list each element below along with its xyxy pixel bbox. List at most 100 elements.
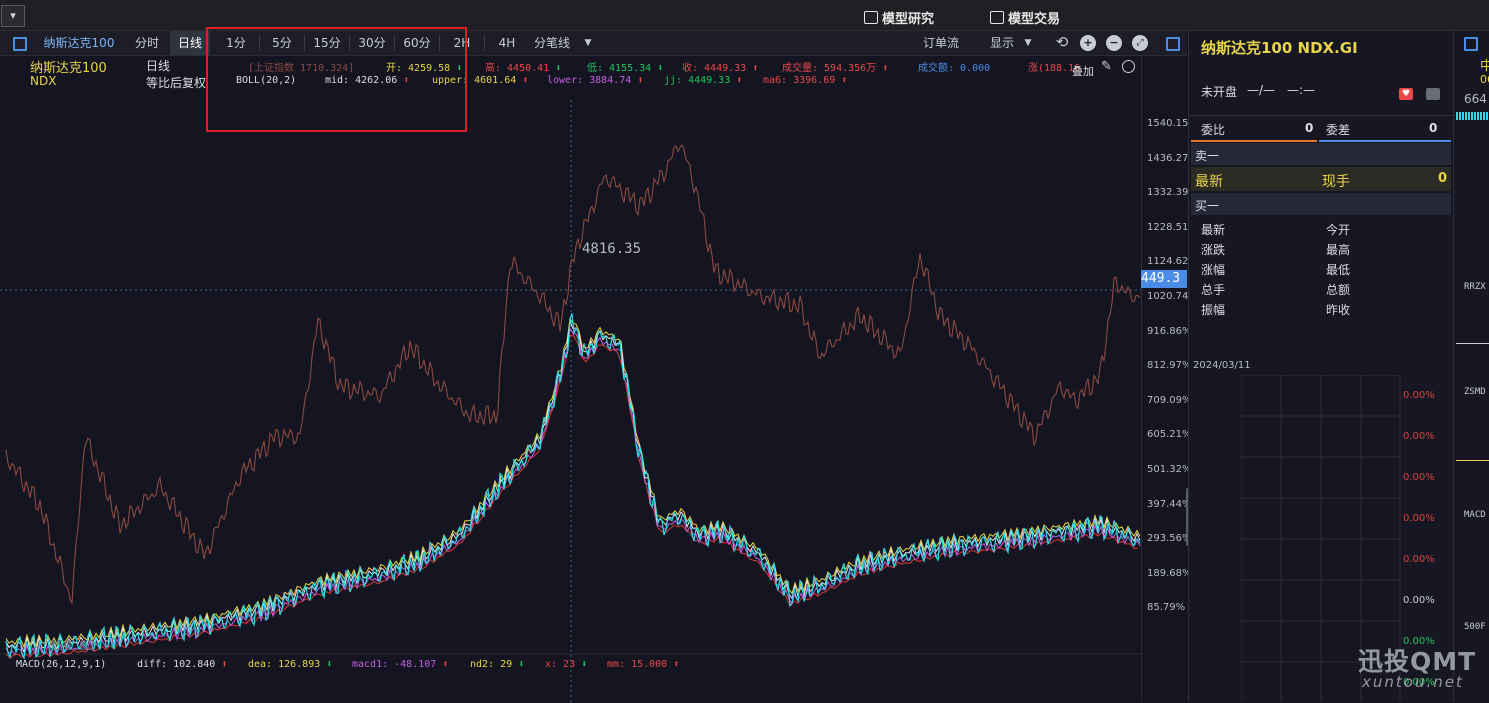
grid-label: 今开 — [1326, 223, 1351, 237]
settings-icon[interactable] — [1122, 60, 1135, 73]
peak-price-label: 4816.35 — [582, 241, 642, 257]
sell1-label: 卖一 — [1195, 149, 1220, 163]
macd-label: MACD(26,12,9,1) — [16, 659, 107, 670]
overlay-index-line — [5, 143, 1141, 606]
macd-macd1: macd1: -48.107 ⬆ — [352, 659, 449, 670]
trade-icon — [990, 11, 1004, 24]
y-axis-tick-label: 293.56% — [1147, 533, 1192, 545]
wei-bi-value: 0 — [1305, 121, 1314, 135]
model-trading-link[interactable]: 模型交易 — [990, 8, 1060, 27]
y-axis-tick-label: 709.09% — [1147, 394, 1192, 406]
strip-label: ZSMD — [1464, 387, 1486, 397]
price-chart-svg — [0, 100, 1141, 702]
wei-cha-value: 0 — [1429, 121, 1438, 135]
status-value-1: —/— — [1247, 83, 1276, 97]
quote-grid-left: 最新 涨跌 涨幅 总手 振幅 — [1201, 220, 1225, 320]
grid-label: 昨收 — [1326, 303, 1351, 317]
heart-icon[interactable]: ♥ — [1399, 88, 1413, 100]
strip-value: 664 — [1464, 92, 1487, 106]
y-axis-tick-label: 605.21% — [1147, 429, 1192, 441]
mini-chart-date: 2024/03/11 — [1193, 360, 1251, 371]
low-value: 低: 4155.34 ⬇ — [587, 63, 664, 74]
grid-label: 总手 — [1201, 283, 1226, 297]
close-line — [5, 313, 1141, 660]
grid-label: 最低 — [1326, 263, 1351, 277]
panel-toggle-icon[interactable] — [1464, 37, 1478, 51]
ma-purple-line — [5, 327, 1141, 659]
panel-toggle-right-icon[interactable] — [1166, 37, 1180, 51]
grid-label: 振幅 — [1201, 303, 1226, 317]
latest-label: 最新 — [1195, 174, 1223, 190]
strip-label: MACD — [1464, 510, 1486, 520]
panel-toggle-icon[interactable] — [13, 37, 27, 51]
quote-grid-right: 今开 最高 最低 总额 昨收 — [1326, 220, 1350, 320]
bell-icon[interactable] — [1426, 88, 1440, 100]
y-axis-tick-label: 916.86% — [1147, 325, 1192, 337]
chart-symbol-code: NDX — [30, 74, 57, 88]
period-tab-4h[interactable]: 4H — [487, 31, 527, 55]
close-value: 收: 4449.33 ⬆ — [682, 63, 759, 74]
boll-ma6: ma6: 3396.69 ⬆ — [763, 75, 848, 86]
grid-label: 最新 — [1201, 223, 1226, 237]
grid-label: 涨幅 — [1201, 263, 1226, 277]
buy1-label: 买一 — [1195, 199, 1220, 213]
chevron-down-icon: ▾ — [10, 9, 16, 22]
boll-lower: lower: 3884.74 ⬆ — [547, 75, 644, 86]
macd-diff: diff: 102.840 ⬆ — [137, 659, 228, 670]
pencil-icon[interactable]: ✎ — [1101, 59, 1112, 74]
status-value-2: —:— — [1287, 83, 1316, 97]
y-axis-tick-label: 812.97% — [1147, 360, 1192, 372]
grid-label: 最高 — [1326, 243, 1351, 257]
chart-adjust-mode[interactable]: 等比后复权 — [146, 74, 206, 91]
strip-label: 500F — [1464, 622, 1486, 632]
kline-chart-area[interactable]: 纳斯达克100 NDX 日线 等比后复权 [上证指数 1710.324] 开: … — [0, 56, 1187, 702]
volume-value: 成交量: 594.356万 ⬆ — [782, 63, 889, 74]
watermark-url: xuntou.net — [1362, 673, 1464, 691]
macd-dea: dea: 126.893 ⬇ — [248, 659, 333, 670]
quote-title: 纳斯达克100 NDX.GI — [1201, 39, 1358, 57]
chart-period: 日线 — [146, 59, 171, 73]
model-research-link[interactable]: 模型研究 — [864, 8, 934, 27]
order-flow-button[interactable]: 订单流 — [916, 31, 966, 55]
chart-toolbar: 纳斯达克100 分时 日线 1分 5分 15分 30分 60分 2H 4H 分笔… — [0, 31, 1187, 56]
y-axis-tick-label: 189.68% — [1147, 567, 1192, 579]
cursor-price-tag: 449.3 — [1141, 270, 1187, 288]
y-axis-tick-label: 397.44% — [1147, 498, 1192, 510]
market-status: 未开盘 — [1201, 85, 1238, 99]
y-axis-tick-label: 85.79% — [1147, 602, 1186, 614]
boll-upper-line — [5, 317, 1141, 649]
symbol-tab[interactable]: 纳斯达克100 — [38, 31, 120, 55]
wei-bi-label: 委比 — [1201, 123, 1226, 137]
display-dropdown[interactable]: 显示 — [984, 31, 1020, 55]
period-tab-daily[interactable]: 日线 — [170, 31, 210, 55]
quote-panel: 纳斯达克100 NDX.GI 未开盘 —/— —:— ♥ 委比 0 委差 0 卖… — [1188, 31, 1453, 702]
overlay-button[interactable]: 叠加 — [1072, 63, 1094, 79]
strip-sparkline — [1456, 112, 1489, 120]
window-menu-dropdown[interactable]: ▾ — [1, 5, 25, 27]
macd-nd2: nd2: 29 ⬇ — [470, 659, 525, 670]
wei-bi-bar — [1191, 140, 1317, 142]
period-tab-tick[interactable]: 分笔线 — [530, 31, 574, 55]
strip-num: 06 — [1480, 73, 1489, 86]
zoom-out-icon[interactable]: − — [1106, 35, 1122, 51]
side-panel-strip: 中 06 664 RRZX ZSMD MACD 500F — [1453, 31, 1489, 702]
grid-label: 涨跌 — [1201, 243, 1226, 257]
period-tab-fenshi[interactable]: 分时 — [128, 31, 166, 55]
amount-value: 成交额: 0.000 — [918, 63, 991, 74]
boll-mid-line — [5, 321, 1141, 654]
strip-mini-line — [1456, 343, 1489, 362]
period-more-chevron-icon[interactable]: ▼ — [580, 31, 596, 55]
refresh-icon[interactable]: ⟲ — [1055, 35, 1069, 50]
current-hand-value: 0 — [1438, 171, 1448, 186]
display-chevron-down-icon[interactable]: ▼ — [1020, 31, 1036, 55]
highlight-box — [206, 27, 467, 132]
boll-jj: jj: 4449.33 ⬆ — [664, 75, 743, 86]
zoom-in-icon[interactable]: + — [1080, 35, 1096, 51]
chart-icon — [864, 11, 878, 24]
grid-label: 总额 — [1326, 283, 1351, 297]
bottom-price-label: 350.03 — [48, 639, 95, 654]
current-hand-label: 现手 — [1322, 174, 1350, 190]
expand-icon[interactable]: ⤢ — [1132, 35, 1148, 51]
wei-cha-bar — [1319, 140, 1451, 142]
macd-x: x: 23 ⬇ — [545, 659, 588, 670]
